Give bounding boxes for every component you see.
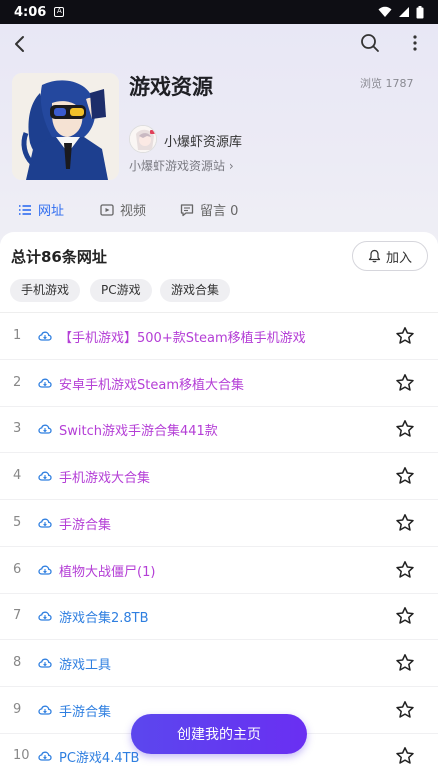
notification-icon: A: [54, 7, 65, 17]
status-time: 4:06: [14, 4, 47, 20]
status-bar: 4:06 A: [0, 0, 438, 24]
item-title[interactable]: 【手机游戏】500+款Steam移植手机游戏: [59, 327, 306, 346]
author-site-link[interactable]: 小爆虾游戏资源站 ›: [129, 157, 234, 174]
author-avatar[interactable]: [129, 125, 157, 153]
back-arrow-icon[interactable]: [12, 34, 30, 54]
item-number: 1: [13, 328, 22, 343]
search-icon[interactable]: [360, 33, 380, 53]
favorite-star-icon[interactable]: [395, 653, 415, 673]
list-item[interactable]: 1 【手机游戏】500+款Steam移植手机游戏: [0, 313, 438, 360]
item-title[interactable]: 手机游戏大合集: [59, 467, 150, 486]
item-title[interactable]: 手游合集: [59, 514, 111, 533]
item-title[interactable]: 植物大战僵尸(1): [59, 561, 155, 580]
tab-videos[interactable]: 视频: [100, 200, 146, 219]
list-item[interactable]: 4 手机游戏大合集: [0, 453, 438, 501]
item-title[interactable]: PC游戏4.4TB: [59, 747, 139, 766]
item-number: 8: [13, 654, 22, 670]
signal-icon: [399, 7, 409, 17]
favorite-star-icon[interactable]: [395, 326, 415, 346]
favorite-star-icon[interactable]: [395, 513, 415, 533]
cloud-link-icon: [38, 658, 52, 668]
content-tabs: 网址 视频 留言 0: [0, 200, 438, 220]
item-number: 7: [13, 608, 22, 624]
chip-game-collections[interactable]: 游戏合集: [160, 279, 231, 302]
favorite-star-icon[interactable]: [395, 700, 415, 720]
list-item[interactable]: 5 手游合集: [0, 500, 438, 547]
favorite-star-icon[interactable]: [395, 466, 415, 486]
item-title[interactable]: 游戏合集2.8TB: [59, 607, 149, 626]
tab-comments[interactable]: 留言 0: [180, 200, 238, 219]
bell-icon: [368, 249, 381, 263]
video-icon: [100, 203, 114, 216]
top-bar: [0, 24, 438, 64]
item-number: 9: [13, 701, 22, 717]
cloud-link-icon: [38, 751, 52, 761]
chip-mobile-games[interactable]: 手机游戏: [10, 279, 81, 302]
item-number: 2: [13, 374, 22, 390]
more-options-icon[interactable]: [408, 33, 422, 53]
wifi-icon: [378, 6, 392, 17]
favorite-star-icon[interactable]: [395, 746, 415, 766]
favorite-star-icon[interactable]: [395, 606, 415, 626]
cloud-link-icon: [38, 611, 52, 621]
total-count: 总计86条网址: [11, 248, 107, 266]
item-title[interactable]: 游戏工具: [59, 654, 111, 673]
list-item[interactable]: 3 Switch游戏手游合集441款: [0, 406, 438, 454]
chip-pc-games[interactable]: PC游戏: [90, 279, 152, 302]
tab-links-label: 网址: [38, 204, 65, 219]
cloud-link-icon: [38, 471, 52, 481]
tab-links[interactable]: 网址: [18, 200, 64, 219]
list-item[interactable]: 6 植物大战僵尸(1): [0, 547, 438, 594]
item-number: 10: [13, 748, 30, 764]
cloud-link-icon: [38, 331, 52, 341]
item-number: 6: [13, 561, 22, 577]
join-button[interactable]: 加入: [352, 241, 428, 271]
item-number: 4: [13, 468, 22, 484]
list-item[interactable]: 8 游戏工具: [0, 640, 438, 687]
collection-cover-image: [12, 73, 119, 180]
item-title[interactable]: 安卓手机游戏Steam移植大合集: [59, 374, 244, 393]
tab-videos-label: 视频: [120, 204, 147, 219]
favorite-star-icon[interactable]: [395, 560, 415, 580]
cloud-link-icon: [38, 518, 52, 528]
favorite-star-icon[interactable]: [395, 373, 415, 393]
page-title: 游戏资源: [129, 75, 213, 99]
join-button-label: 加入: [385, 250, 412, 266]
item-number: 5: [13, 514, 22, 530]
create-homepage-button[interactable]: 创建我的主页: [131, 714, 307, 754]
tab-comments-label: 留言 0: [200, 204, 239, 219]
author-name[interactable]: 小爆虾资源库: [164, 131, 242, 150]
view-count: 浏览 1787: [360, 77, 414, 90]
favorite-star-icon[interactable]: [395, 419, 415, 439]
list-item[interactable]: 2 安卓手机游戏Steam移植大合集: [0, 360, 438, 407]
cloud-link-icon: [38, 424, 52, 435]
list-item[interactable]: 7 游戏合集2.8TB: [0, 593, 438, 641]
cloud-link-icon: [38, 378, 52, 388]
cloud-link-icon: [38, 705, 52, 715]
item-title[interactable]: 手游合集: [59, 701, 111, 720]
battery-icon: [416, 5, 424, 18]
cloud-link-icon: [38, 565, 52, 575]
item-number: 3: [13, 421, 22, 437]
list-icon: [19, 204, 31, 215]
comment-icon: [180, 203, 194, 216]
item-title[interactable]: Switch游戏手游合集441款: [59, 420, 218, 439]
